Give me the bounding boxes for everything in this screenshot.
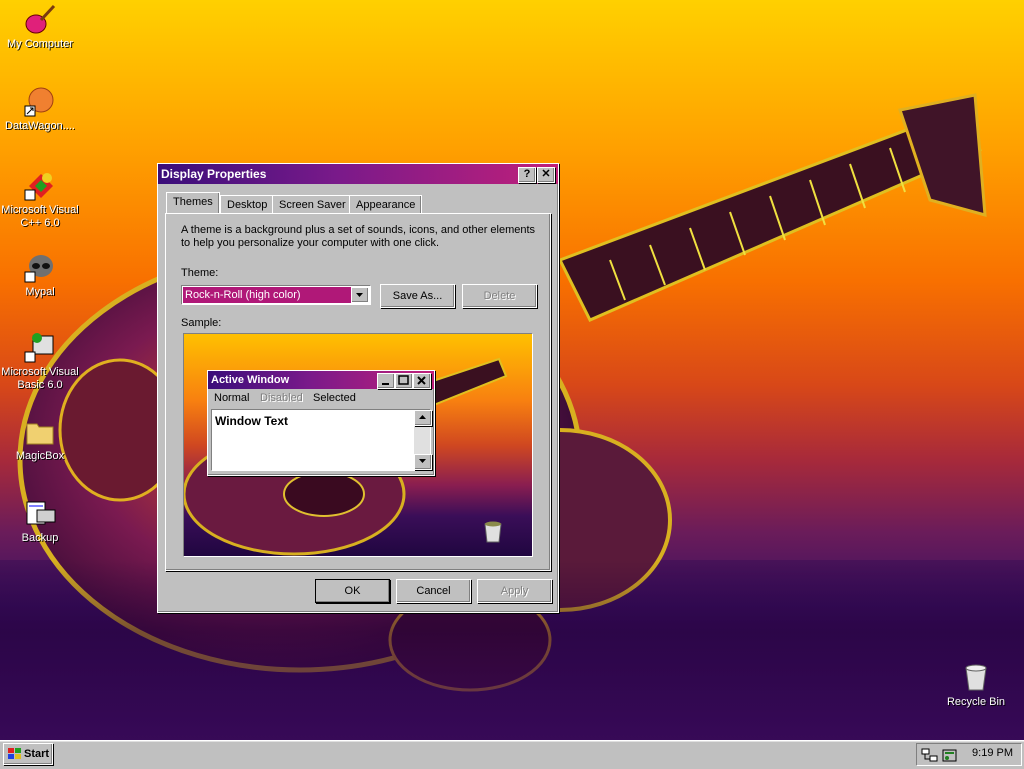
desktop-icon-my-computer[interactable]: My Computer <box>0 2 80 51</box>
close-button[interactable]: ✕ <box>537 167 555 183</box>
sample-minimize-button <box>377 373 395 389</box>
desktop-icon-label: Mypal <box>25 286 55 298</box>
scheduler-icon[interactable] <box>941 747 959 763</box>
desktop-icon-label: Microsoft Visual Basic 6.0 <box>1 366 79 391</box>
desktop-icon-label: My Computer <box>6 38 74 50</box>
ok-button[interactable]: OK <box>315 579 390 603</box>
help-button[interactable]: ? <box>518 167 536 183</box>
network-icon[interactable] <box>921 747 939 763</box>
themes-description: A theme is a background plus a set of so… <box>181 224 536 249</box>
desktop-icon-mypal[interactable]: Mypal <box>0 250 80 299</box>
desktop-icon-backup[interactable]: Backup <box>0 496 80 545</box>
clock[interactable]: 9:19 PM <box>972 747 1013 759</box>
chevron-up-icon <box>419 415 426 419</box>
window-title: Display Properties <box>161 167 267 181</box>
guitar-icon <box>23 2 57 36</box>
sample-active-window: Active Window Normal Disabled Selected W… <box>207 370 435 476</box>
taskbar: Start 9:19 PM <box>0 740 1024 769</box>
desktop-icon-recycle-bin[interactable]: Recycle Bin <box>936 660 1016 709</box>
raccoon-icon <box>23 250 57 284</box>
desktop-icon-label: Microsoft Visual C++ 6.0 <box>1 204 79 229</box>
datawagon-icon <box>23 84 57 118</box>
theme-dropdown-value: Rock-n-Roll (high color) <box>183 287 351 303</box>
dropdown-arrow-button[interactable] <box>351 287 369 303</box>
desktop-icon-label: Backup <box>21 532 59 544</box>
themes-tab-panel: A theme is a background plus a set of so… <box>165 213 551 571</box>
theme-label: Theme: <box>181 267 219 279</box>
sample-window-title: Active Window <box>211 374 290 386</box>
chevron-down-icon <box>419 459 426 463</box>
desktop-icon-visual-basic[interactable]: Microsoft Visual Basic 6.0 <box>0 330 80 392</box>
recycle-bin-icon <box>959 660 993 694</box>
folder-icon <box>23 414 57 448</box>
start-label: Start <box>24 748 50 760</box>
save-as-button[interactable]: Save As... <box>380 284 455 308</box>
sample-title-bar: Active Window <box>208 371 434 389</box>
sample-menu-selected: Selected <box>313 392 356 404</box>
windows-logo-icon <box>8 748 21 759</box>
start-button[interactable]: Start <box>3 743 53 765</box>
apply-button[interactable]: Apply <box>477 579 552 603</box>
desktop: My Computer DataWagon.... Microsoft Visu… <box>0 0 1024 740</box>
sample-label: Sample: <box>181 317 222 329</box>
tab-appearance[interactable]: Appearance <box>349 195 423 214</box>
sample-menu-disabled: Disabled <box>260 392 303 404</box>
chevron-down-icon <box>356 293 363 297</box>
sample-close-button <box>413 373 431 389</box>
sample-menu-normal: Normal <box>214 392 250 404</box>
close-icon <box>417 376 426 385</box>
scroll-up-button <box>414 410 432 426</box>
desktop-icon-label: DataWagon.... <box>5 120 75 132</box>
desktop-icon-label: MagicBox <box>15 450 65 462</box>
sample-recycle-bin-icon <box>480 518 506 547</box>
sample-scrollbar <box>414 410 432 470</box>
desktop-icon-label: Recycle Bin <box>946 696 1006 708</box>
tab-screen-saver[interactable]: Screen Saver <box>272 195 353 214</box>
desktop-icon-magicbox[interactable]: MagicBox <box>0 414 80 463</box>
delete-button[interactable]: Delete <box>462 284 537 308</box>
title-bar[interactable]: Display Properties ? ✕ <box>158 164 558 184</box>
backup-icon <box>23 496 57 530</box>
sample-window-text: Window Text <box>215 414 288 428</box>
cancel-button[interactable]: Cancel <box>396 579 471 603</box>
visual-basic-icon <box>23 330 57 364</box>
sample-maximize-button <box>395 373 413 389</box>
theme-dropdown[interactable]: Rock-n-Roll (high color) <box>181 285 371 305</box>
maximize-icon <box>398 375 409 385</box>
display-properties-window: Display Properties ? ✕ Themes Desktop Sc… <box>157 163 559 613</box>
visual-cpp-icon <box>23 168 57 202</box>
theme-sample-preview: Active Window Normal Disabled Selected W… <box>183 333 533 557</box>
system-tray: 9:19 PM <box>916 743 1022 766</box>
minimize-icon <box>382 383 389 385</box>
desktop-icon-datawagon[interactable]: DataWagon.... <box>0 84 80 133</box>
tab-themes[interactable]: Themes <box>166 192 220 213</box>
scroll-down-button <box>414 454 432 470</box>
sample-text-area: Window Text <box>211 409 432 471</box>
desktop-icon-visual-cpp[interactable]: Microsoft Visual C++ 6.0 <box>0 168 80 230</box>
tab-desktop[interactable]: Desktop <box>220 195 275 214</box>
